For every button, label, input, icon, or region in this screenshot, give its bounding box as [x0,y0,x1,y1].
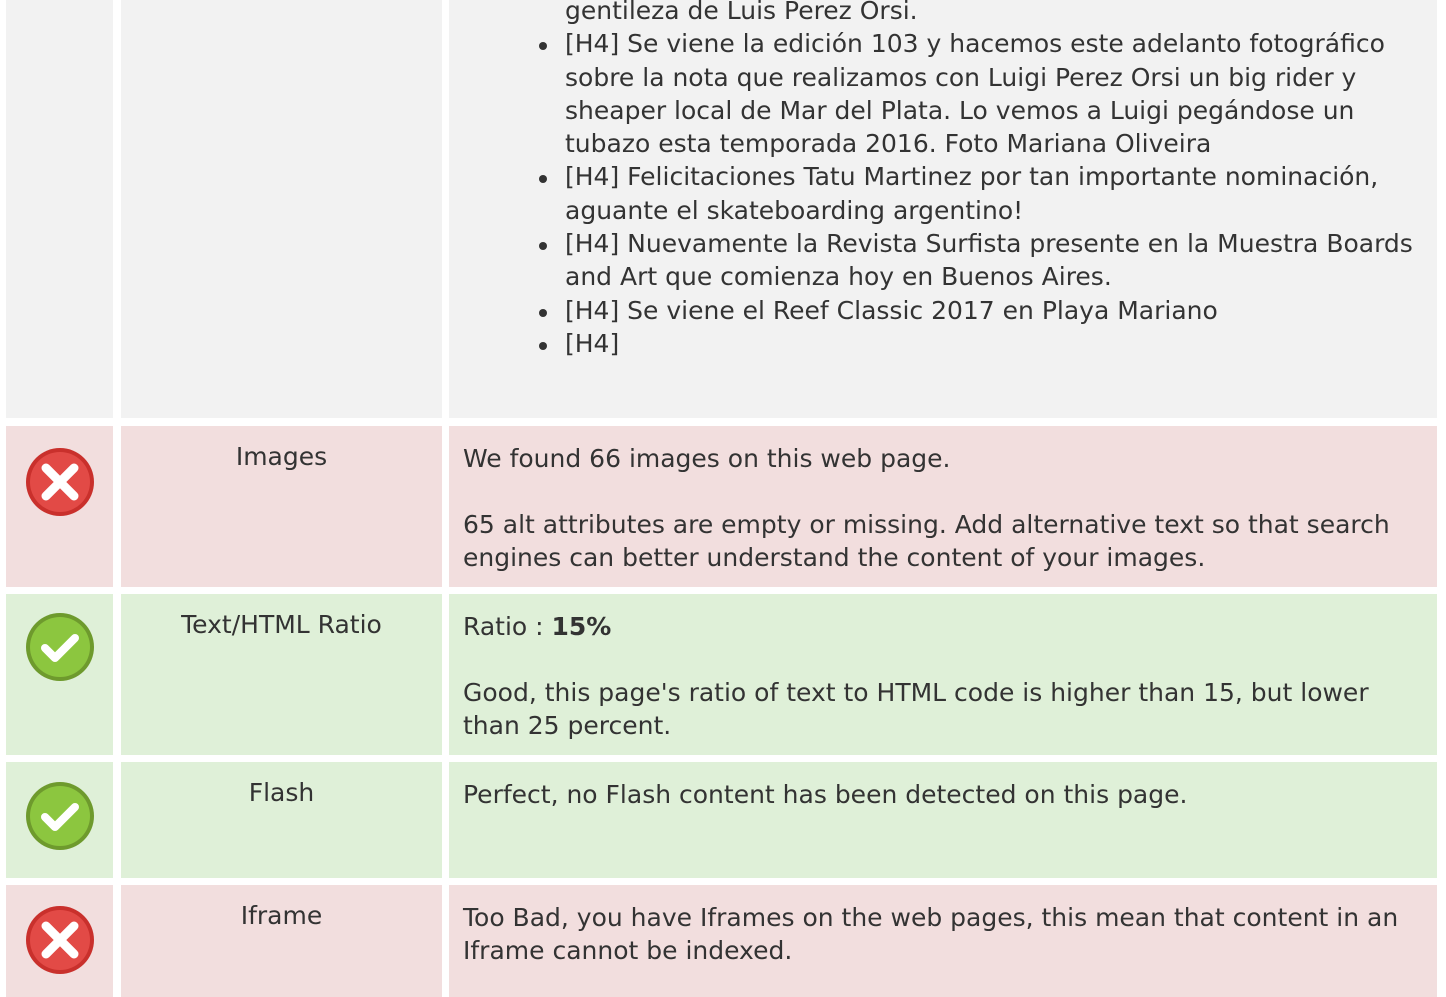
images-count-text: We found 66 images on this web page. [463,444,951,473]
list-item: gentileza de Luis Perez Orsi. [565,0,918,25]
images-row: Images We found 66 images on this web pa… [0,426,1446,587]
check-icon [26,613,94,681]
seo-report: gentileza de Luis Perez Orsi. [H4] Se vi… [0,0,1446,997]
check-icon [26,782,94,850]
flash-row: Flash Perfect, no Flash content has been… [0,762,1446,878]
list-item: [H4] Nuevamente la Revista Surfista pres… [539,227,1437,294]
alt-missing-text: 65 alt attributes are empty or missing. … [463,510,1390,572]
ratio-value: 15% [551,612,612,641]
label-cell [121,0,442,418]
row-label: Iframe [121,885,442,997]
row-label: Flash [121,762,442,878]
list-item: [H4] [539,327,1437,360]
iframe-row: Iframe Too Bad, you have Iframes on the … [0,885,1446,997]
ratio-description: Good, this page's ratio of text to HTML … [463,678,1369,740]
headings-row: gentileza de Luis Perez Orsi. [H4] Se vi… [0,0,1446,418]
row-label: Images [121,426,442,587]
ratio-line: Ratio : 15% [463,610,1423,643]
headings-list: gentileza de Luis Perez Orsi. [H4] Se vi… [449,0,1437,360]
row-description: We found 66 images on this web page. 65 … [449,426,1437,587]
row-description: Too Bad, you have Iframes on the web pag… [449,885,1437,997]
status-cell [6,0,113,418]
list-item: [H4] Felicitaciones Tatu Martinez por ta… [539,160,1437,227]
ratio-row: Text/HTML Ratio Ratio : 15% Good, this p… [0,594,1446,755]
row-description: Ratio : 15% Good, this page's ratio of t… [449,594,1437,755]
status-cell [6,762,113,878]
cross-icon [26,448,94,516]
status-cell [6,885,113,997]
headings-cell: gentileza de Luis Perez Orsi. [H4] Se vi… [449,0,1437,418]
list-item: [H4] Se viene el Reef Classic 2017 en Pl… [539,294,1437,327]
cross-icon [26,906,94,974]
list-item: [H4] Se viene la edición 103 y hacemos e… [539,27,1437,160]
status-cell [6,594,113,755]
ratio-prefix: Ratio : [463,612,552,641]
status-cell [6,426,113,587]
row-description: Perfect, no Flash content has been detec… [449,762,1437,878]
row-label: Text/HTML Ratio [121,594,442,755]
